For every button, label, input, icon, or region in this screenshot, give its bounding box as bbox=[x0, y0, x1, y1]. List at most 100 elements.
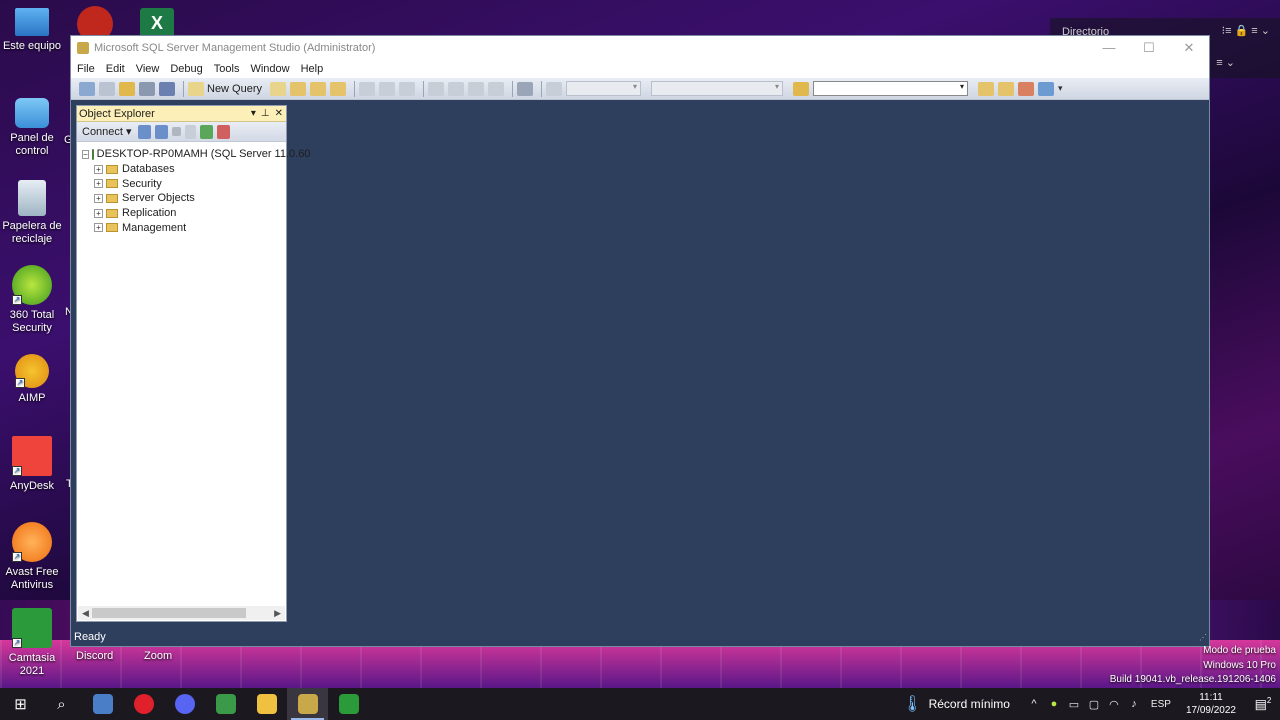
desktop-icon-papelera[interactable]: Papelera de reciclaje bbox=[0, 180, 64, 246]
panel-close-icon[interactable]: ✕ bbox=[275, 108, 283, 119]
taskbar-app-notepad[interactable] bbox=[205, 688, 246, 720]
menu-file[interactable]: File bbox=[77, 63, 95, 75]
expand-icon[interactable]: + bbox=[94, 223, 103, 233]
menu-edit[interactable]: Edit bbox=[106, 63, 125, 75]
menu-tools[interactable]: Tools bbox=[214, 63, 240, 75]
dmx-query-icon[interactable] bbox=[330, 81, 347, 96]
paste-icon[interactable] bbox=[399, 81, 416, 96]
view-options-icon[interactable]: ⁝≡ 🔒 ≡ ⌄ bbox=[1222, 24, 1270, 37]
scroll-left-icon[interactable]: ◀ bbox=[82, 608, 89, 619]
expand-icon[interactable]: + bbox=[94, 193, 103, 203]
navigate-back-icon[interactable] bbox=[468, 81, 485, 96]
search-button[interactable]: ⌕ bbox=[41, 688, 82, 720]
taskbar-app-opera[interactable] bbox=[123, 688, 164, 720]
tree-node-databases[interactable]: + Databases bbox=[77, 162, 286, 177]
filter-icon[interactable] bbox=[184, 124, 196, 139]
navigate-forward-icon[interactable] bbox=[488, 81, 505, 96]
toolbar-overflow-icon[interactable]: ▾ bbox=[1058, 83, 1063, 94]
tree-node-server[interactable]: − DESKTOP-RP0MAMH (SQL Server 11.0.60 bbox=[77, 147, 310, 162]
solution-configuration-dropdown[interactable]: ▾ bbox=[566, 81, 642, 96]
maximize-icon[interactable]: ☐ bbox=[1129, 40, 1169, 56]
database-engine-query-icon[interactable] bbox=[270, 81, 287, 96]
taskbar-app-network[interactable] bbox=[82, 688, 123, 720]
desktop-label-zoom[interactable]: Zoom bbox=[144, 650, 172, 662]
solution-platform-dropdown[interactable]: ▾ bbox=[651, 81, 784, 96]
ssms-titlebar[interactable]: Microsoft SQL Server Management Studio (… bbox=[71, 36, 1209, 60]
activity-monitor-small-icon[interactable] bbox=[216, 124, 230, 139]
desktop-icon-este-equipo[interactable]: Este equipo bbox=[0, 8, 64, 53]
weather-widget[interactable]: 🌡 Récord mínimo bbox=[902, 694, 1010, 714]
expand-icon[interactable]: + bbox=[94, 179, 103, 189]
volume-icon[interactable]: ♪ bbox=[1124, 698, 1144, 710]
tree-node-replication[interactable]: + Replication bbox=[77, 206, 286, 221]
start-button[interactable]: ⊞ bbox=[0, 688, 41, 720]
connect-dropdown[interactable]: Connect ▾ bbox=[82, 125, 132, 138]
security-tray-icon[interactable]: ● bbox=[1044, 698, 1064, 710]
properties-icon[interactable] bbox=[1018, 81, 1035, 96]
taskbar-app-camtasia[interactable] bbox=[328, 688, 369, 720]
clock[interactable]: 11:11 17/09/2022 bbox=[1186, 691, 1236, 717]
object-explorer-header[interactable]: Object Explorer ▾ ⊥ ✕ bbox=[77, 106, 286, 122]
tree-node-security[interactable]: + Security bbox=[77, 176, 286, 191]
disconnect-icon[interactable] bbox=[154, 124, 168, 139]
language-indicator[interactable]: ESP bbox=[1144, 699, 1178, 710]
scroll-right-icon[interactable]: ▶ bbox=[274, 608, 281, 619]
device-icon[interactable]: ▢ bbox=[1084, 698, 1104, 711]
cut-icon[interactable] bbox=[359, 81, 376, 96]
expand-icon[interactable]: + bbox=[94, 208, 103, 218]
menu-expand-icon[interactable]: ≡ ⌄ bbox=[1216, 56, 1235, 69]
taskbar-app-explorer[interactable] bbox=[246, 688, 287, 720]
desktop-icon-panel-de-control[interactable]: Panel de control bbox=[0, 98, 64, 158]
pin-icon[interactable]: ⊥ bbox=[261, 108, 270, 119]
desktop-icon-avast[interactable]: ↗ Avast Free Antivirus bbox=[0, 522, 64, 592]
scrollbar-thumb[interactable] bbox=[92, 608, 246, 618]
undo-icon[interactable] bbox=[428, 81, 445, 96]
resize-grip-icon[interactable]: ⋰ bbox=[1199, 633, 1207, 642]
window-position-icon[interactable]: ▾ bbox=[251, 108, 256, 119]
collapse-icon[interactable]: − bbox=[82, 149, 89, 159]
stop-icon[interactable] bbox=[171, 127, 181, 136]
copy-icon[interactable] bbox=[379, 81, 396, 96]
mdx-query-icon[interactable] bbox=[310, 81, 327, 96]
desktop-label-discord[interactable]: Discord bbox=[76, 650, 113, 662]
refresh-icon[interactable] bbox=[199, 124, 213, 139]
minimize-icon[interactable]: — bbox=[1089, 40, 1129, 56]
close-icon[interactable]: ✕ bbox=[1169, 40, 1209, 56]
ssms-window[interactable]: Microsoft SQL Server Management Studio (… bbox=[70, 35, 1210, 647]
add-item-icon[interactable] bbox=[99, 81, 115, 96]
excel-icon[interactable]: X bbox=[140, 8, 174, 38]
notification-center-button[interactable]: ▤2 bbox=[1246, 696, 1280, 712]
show-hidden-icons-icon[interactable]: ^ bbox=[1024, 698, 1044, 710]
new-query-button[interactable]: New Query bbox=[188, 81, 262, 96]
taskbar-app-discord[interactable] bbox=[164, 688, 205, 720]
registered-servers-icon[interactable] bbox=[978, 81, 995, 96]
desktop-icon-aimp[interactable]: ↗ AIMP bbox=[0, 354, 64, 405]
find-dropdown[interactable]: ▾ bbox=[813, 81, 969, 96]
tree-node-management[interactable]: + Management bbox=[77, 220, 286, 235]
start-debugging-icon[interactable] bbox=[546, 81, 563, 96]
connect-object-explorer-icon[interactable] bbox=[137, 124, 151, 139]
toolbox-icon[interactable] bbox=[1038, 81, 1055, 96]
menu-window[interactable]: Window bbox=[250, 63, 289, 75]
battery-icon[interactable]: ▭ bbox=[1064, 698, 1084, 711]
activity-monitor-icon[interactable] bbox=[517, 81, 534, 96]
menu-debug[interactable]: Debug bbox=[170, 63, 202, 75]
menu-help[interactable]: Help bbox=[301, 63, 324, 75]
new-project-icon[interactable] bbox=[79, 81, 95, 96]
tree-node-server-objects[interactable]: + Server Objects bbox=[77, 191, 286, 206]
save-all-icon[interactable] bbox=[159, 81, 175, 96]
desktop-icon-anydesk[interactable]: ↗ AnyDesk bbox=[0, 436, 64, 493]
taskbar-app-ssms[interactable] bbox=[287, 688, 328, 720]
redo-icon[interactable] bbox=[448, 81, 465, 96]
menu-view[interactable]: View bbox=[136, 63, 160, 75]
wifi-icon[interactable]: ◠ bbox=[1104, 698, 1124, 711]
open-file-icon[interactable] bbox=[119, 81, 135, 96]
object-explorer-icon[interactable] bbox=[998, 81, 1015, 96]
desktop-icon-camtasia[interactable]: ↗ Camtasia 2021 bbox=[0, 608, 64, 678]
find-in-files-icon[interactable] bbox=[793, 81, 810, 96]
desktop-icon-360-total-security[interactable]: ↗ 360 Total Security bbox=[0, 265, 64, 335]
expand-icon[interactable]: + bbox=[94, 164, 103, 174]
horizontal-scrollbar[interactable]: ◀ ▶ bbox=[78, 606, 285, 620]
save-icon[interactable] bbox=[139, 81, 155, 96]
analysis-query-icon[interactable] bbox=[290, 81, 307, 96]
